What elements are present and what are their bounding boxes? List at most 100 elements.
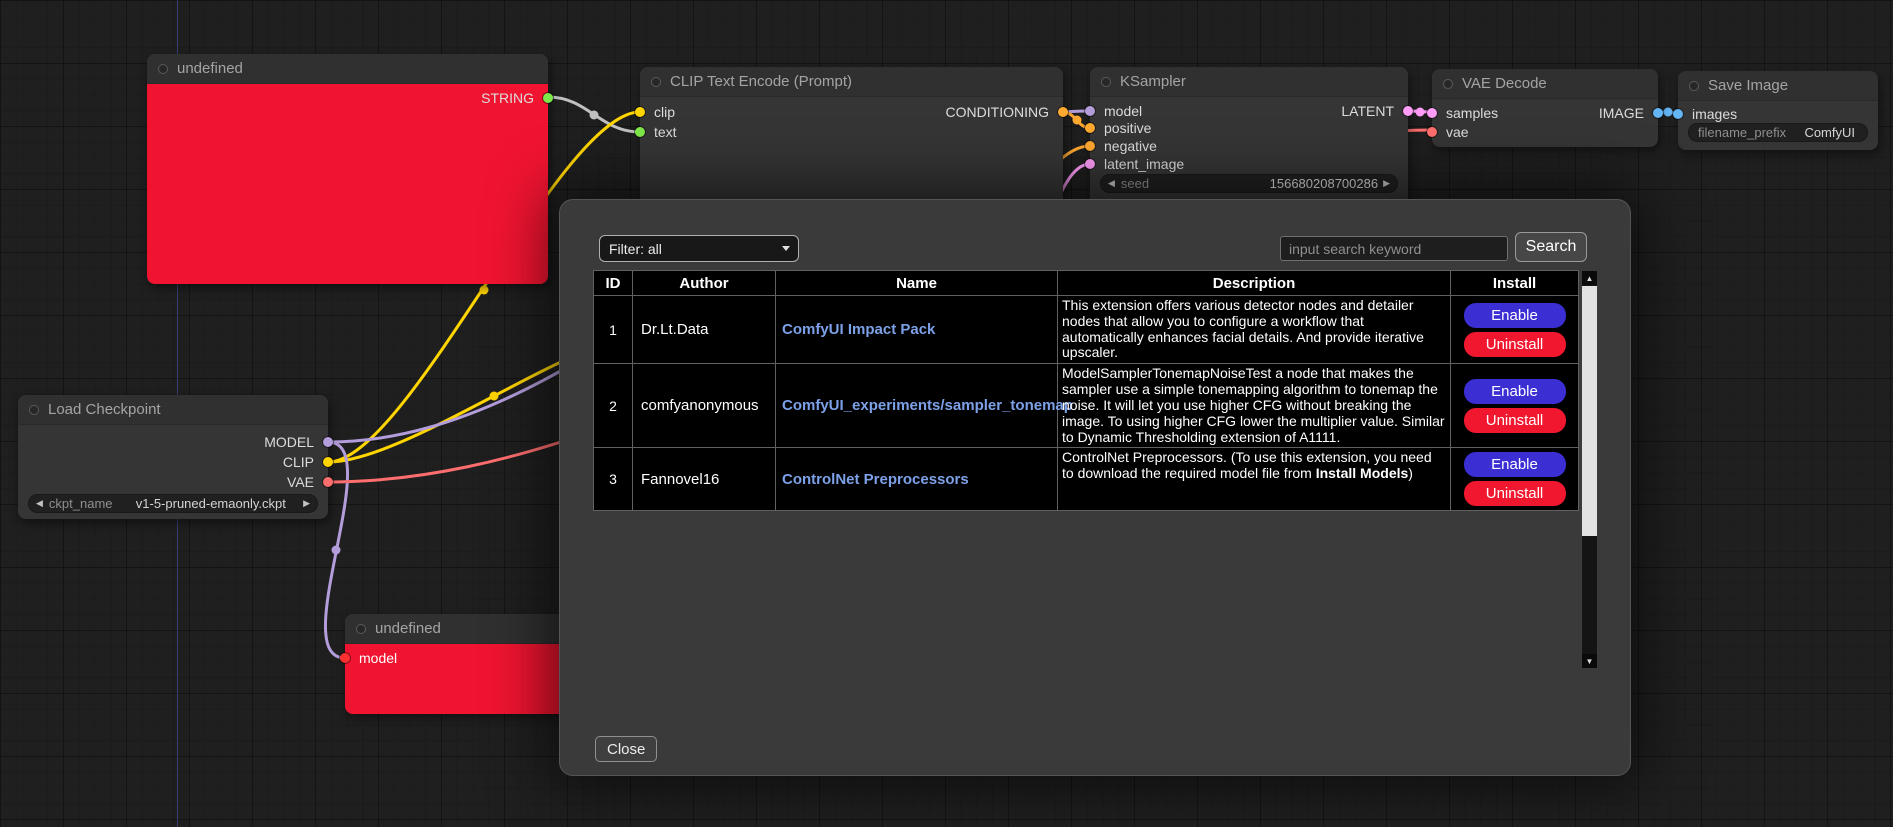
slot-label: CLIP xyxy=(283,454,314,470)
filter-select[interactable]: Filter: all xyxy=(599,235,799,262)
cell-name: ComfyUI_experiments/sampler_tonemap xyxy=(776,364,1058,448)
collapse-dot-icon[interactable] xyxy=(1689,81,1699,91)
widget-increment-icon[interactable]: ▶ xyxy=(1383,179,1390,188)
description-text: This extension offers various detector n… xyxy=(1062,297,1424,360)
cell-author: Fannovel16 xyxy=(633,448,776,511)
slot-label: positive xyxy=(1104,120,1151,136)
scrollbar-thumb[interactable] xyxy=(1582,286,1597,536)
node-header: KSampler xyxy=(1090,67,1408,97)
input-slot-negative: negative xyxy=(1090,137,1408,155)
extension-link[interactable]: ComfyUI Impact Pack xyxy=(782,321,935,338)
collapse-dot-icon[interactable] xyxy=(356,624,366,634)
collapse-dot-icon[interactable] xyxy=(1443,79,1453,89)
output-slot-clip: CLIP xyxy=(18,453,328,471)
table-row: 1 Dr.Lt.Data ComfyUI Impact Pack This ex… xyxy=(594,296,1579,364)
close-button[interactable]: Close xyxy=(595,736,657,762)
slot-label: CONDITIONING xyxy=(946,104,1049,120)
widget-value: v1-5-pruned-emaonly.ckpt xyxy=(136,496,286,511)
output-slot-vae: VAE xyxy=(18,473,328,491)
slot-label: model xyxy=(359,650,397,666)
node-clip-text-encode[interactable]: CLIP Text Encode (Prompt) clip text COND… xyxy=(640,67,1063,207)
node-vae-decode[interactable]: VAE Decode samples vae IMAGE xyxy=(1432,69,1658,147)
description-text: ModelSamplerTonemapNoiseTest a node that… xyxy=(1062,365,1445,444)
node-title: Save Image xyxy=(1708,77,1788,94)
slot-label: VAE xyxy=(287,474,314,490)
conditioning-slot-dot[interactable] xyxy=(1085,123,1095,133)
node-undefined-top[interactable]: undefined STRING xyxy=(147,54,548,284)
cell-install: Enable Uninstall xyxy=(1451,296,1579,364)
model-slot-dot[interactable] xyxy=(340,653,350,663)
conditioning-slot-dot[interactable] xyxy=(1058,107,1068,117)
uninstall-button[interactable]: Uninstall xyxy=(1464,481,1566,506)
conditioning-slot-dot[interactable] xyxy=(1085,141,1095,151)
cell-install: Enable Uninstall xyxy=(1451,448,1579,511)
node-load-checkpoint[interactable]: Load Checkpoint MODEL CLIP VAE ◀ ckpt_na… xyxy=(18,395,328,519)
widget-decrement-icon[interactable]: ◀ xyxy=(36,499,43,508)
input-slot-positive: positive xyxy=(1090,119,1408,137)
widget-label: seed xyxy=(1121,176,1149,191)
node-title: CLIP Text Encode (Prompt) xyxy=(670,73,852,90)
search-button[interactable]: Search xyxy=(1515,232,1587,262)
cell-author: comfyanonymous xyxy=(633,364,776,448)
latent-slot-dot[interactable] xyxy=(1403,106,1413,116)
seed-widget[interactable]: ◀ seed 156680208700286 ▶ xyxy=(1100,174,1398,193)
scroll-down-icon[interactable]: ▼ xyxy=(1582,654,1597,668)
cell-id: 2 xyxy=(594,364,633,448)
input-slot-latent-image: latent_image xyxy=(1090,155,1408,173)
widget-decrement-icon[interactable]: ◀ xyxy=(1108,179,1115,188)
scroll-up-icon[interactable]: ▲ xyxy=(1582,271,1597,285)
extension-manager-dialog: Filter: all Search ID Author Name Descri… xyxy=(559,199,1631,776)
output-slot-latent: LATENT xyxy=(1090,102,1408,120)
node-title: Load Checkpoint xyxy=(48,401,161,418)
clip-slot-dot[interactable] xyxy=(323,457,333,467)
vae-slot-dot[interactable] xyxy=(323,477,333,487)
input-slot-images: images xyxy=(1678,105,1878,123)
latent-slot-dot[interactable] xyxy=(1085,159,1095,169)
widget-increment-icon[interactable]: ▶ xyxy=(303,499,310,508)
node-header: VAE Decode xyxy=(1432,69,1658,99)
slot-label: latent_image xyxy=(1104,156,1184,172)
collapse-dot-icon[interactable] xyxy=(651,77,661,87)
uninstall-button[interactable]: Uninstall xyxy=(1464,332,1566,357)
node-header: undefined xyxy=(147,54,548,84)
slot-label: negative xyxy=(1104,138,1157,154)
collapse-dot-icon[interactable] xyxy=(158,64,168,74)
model-slot-dot[interactable] xyxy=(323,437,333,447)
col-header-id: ID xyxy=(594,271,633,296)
node-ksampler[interactable]: KSampler model positive negative latent_… xyxy=(1090,67,1408,207)
enable-button[interactable]: Enable xyxy=(1464,303,1566,328)
table-scrollbar: ▲ ▼ xyxy=(1581,270,1598,669)
enable-button[interactable]: Enable xyxy=(1464,379,1566,404)
image-slot-dot[interactable] xyxy=(1673,109,1683,119)
image-slot-dot[interactable] xyxy=(1653,108,1663,118)
node-save-image[interactable]: Save Image images filename_prefix ComfyU… xyxy=(1678,71,1878,150)
collapse-dot-icon[interactable] xyxy=(29,405,39,415)
ckpt-name-widget[interactable]: ◀ ckpt_name v1-5-pruned-emaonly.ckpt ▶ xyxy=(28,494,318,513)
node-header: CLIP Text Encode (Prompt) xyxy=(640,67,1063,97)
widget-value: 156680208700286 xyxy=(1270,176,1378,191)
search-input[interactable] xyxy=(1280,236,1508,261)
uninstall-button[interactable]: Uninstall xyxy=(1464,408,1566,433)
node-title: undefined xyxy=(375,620,441,637)
col-header-name: Name xyxy=(776,271,1058,296)
extension-link[interactable]: ComfyUI_experiments/sampler_tonemap xyxy=(782,397,1073,414)
cell-name: ComfyUI Impact Pack xyxy=(776,296,1058,364)
slot-label: IMAGE xyxy=(1599,105,1644,121)
output-slot-conditioning: CONDITIONING xyxy=(640,103,1063,121)
node-title: KSampler xyxy=(1120,73,1186,90)
node-header: Load Checkpoint xyxy=(18,395,328,425)
enable-button[interactable]: Enable xyxy=(1464,452,1566,477)
filename-prefix-widget[interactable]: filename_prefix ComfyUI xyxy=(1688,123,1868,142)
collapse-dot-icon[interactable] xyxy=(1101,77,1111,87)
cell-name: ControlNet Preprocessors xyxy=(776,448,1058,511)
extension-link[interactable]: ControlNet Preprocessors xyxy=(782,471,969,488)
widget-label: ckpt_name xyxy=(49,496,113,511)
vae-slot-dot[interactable] xyxy=(1427,127,1437,137)
slot-label: LATENT xyxy=(1341,103,1394,119)
string-slot-dot[interactable] xyxy=(543,93,553,103)
output-slot-string: STRING xyxy=(147,89,548,107)
slot-label: vae xyxy=(1446,124,1469,140)
string-slot-dot[interactable] xyxy=(635,127,645,137)
output-slot-model: MODEL xyxy=(18,433,328,451)
widget-label: filename_prefix xyxy=(1698,125,1786,140)
